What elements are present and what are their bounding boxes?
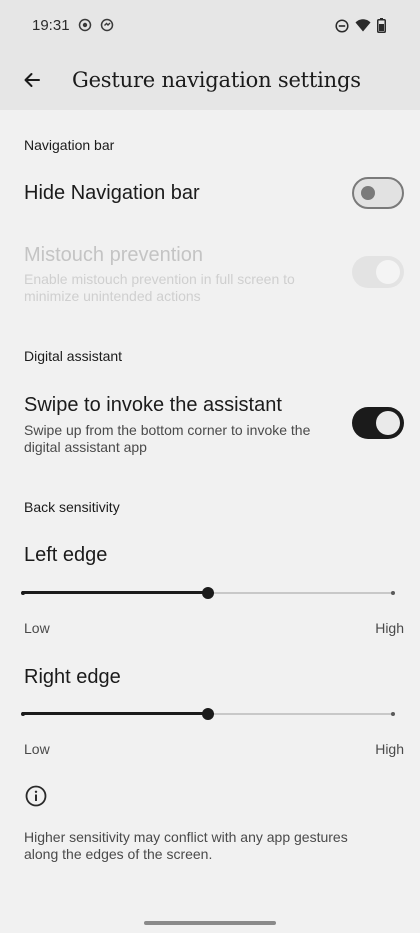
home-indicator[interactable]: [144, 921, 276, 925]
switch-thumb: [376, 411, 400, 435]
sync-icon: [100, 18, 114, 32]
slider-knob[interactable]: [202, 587, 214, 599]
record-icon: [78, 18, 92, 32]
slider-tick-end: [391, 712, 395, 716]
status-bar: 19:31: [0, 0, 420, 54]
left-edge-title: Left edge: [24, 544, 108, 566]
right-edge-low-label: Low: [24, 741, 50, 757]
slider-tick-end: [391, 591, 395, 595]
arrow-left-icon: [22, 70, 42, 95]
swipe-assistant-switch[interactable]: [352, 407, 404, 439]
slider-track-fill: [22, 591, 208, 594]
hide-navigation-bar-switch[interactable]: [352, 177, 404, 209]
right-edge-title: Right edge: [24, 666, 121, 688]
right-edge-high-label: High: [375, 741, 404, 757]
battery-icon: [377, 18, 386, 33]
hide-navigation-bar-title: Hide Navigation bar: [24, 182, 200, 204]
mistouch-prevention-summary: Enable mistouch prevention in full scree…: [24, 271, 295, 304]
wifi-icon: [355, 19, 371, 32]
slider-tick-start: [21, 591, 25, 595]
slider-tick-start: [21, 712, 25, 716]
status-right-icons: [335, 18, 386, 33]
mistouch-prevention-switch: [352, 256, 404, 288]
left-edge-low-label: Low: [24, 620, 50, 636]
info-icon: [24, 784, 48, 813]
dnd-icon: [335, 18, 349, 33]
left-edge-high-label: High: [375, 620, 404, 636]
slider-track-fill: [22, 712, 208, 715]
switch-thumb: [361, 186, 375, 200]
footer-text: Higher sensitivity may conflict with any…: [24, 829, 348, 862]
app-bar: Gesture navigation settings: [0, 54, 420, 110]
page-title: Gesture navigation settings: [72, 68, 361, 92]
swipe-assistant-summary: Swipe up from the bottom corner to invok…: [24, 422, 311, 455]
section-header-digital-assistant: Digital assistant: [24, 348, 123, 364]
swipe-assistant-title: Swipe to invoke the assistant: [24, 394, 282, 416]
status-time: 19:31: [32, 17, 70, 34]
section-header-back-sensitivity: Back sensitivity: [24, 499, 120, 515]
slider-knob[interactable]: [202, 708, 214, 720]
left-edge-slider[interactable]: [21, 583, 395, 603]
switch-thumb: [376, 260, 400, 284]
section-header-navigation-bar: Navigation bar: [24, 137, 115, 153]
right-edge-slider[interactable]: [21, 704, 395, 724]
mistouch-prevention-title: Mistouch prevention: [24, 244, 203, 266]
back-button[interactable]: [12, 62, 52, 102]
status-left-icons: [78, 18, 114, 32]
